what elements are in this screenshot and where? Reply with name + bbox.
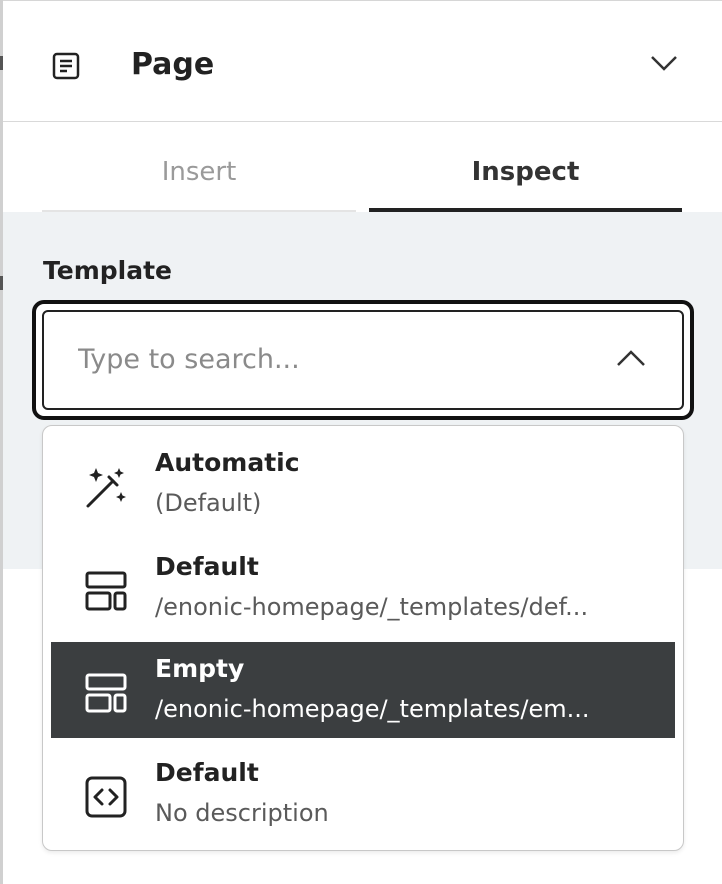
template-combobox[interactable] (42, 310, 684, 410)
template-dropdown-list: Automatic (Default) Default /enonic-home… (42, 425, 684, 851)
option-description: /enonic-homepage/_templates/def... (155, 593, 589, 621)
list-item[interactable]: Default /enonic-homepage/_templates/def.… (51, 540, 675, 636)
panel-tabs: Insert Inspect (3, 122, 722, 212)
option-description: (Default) (155, 489, 262, 517)
chevron-down-icon[interactable] (648, 51, 680, 75)
chevron-up-icon[interactable] (614, 346, 648, 370)
layout-icon (85, 571, 127, 611)
template-combobox-focus-ring (32, 300, 694, 420)
magic-wand-icon (86, 468, 126, 508)
list-item[interactable]: Empty /enonic-homepage/_templates/em... (51, 642, 675, 738)
panel-header: Page (3, 1, 722, 122)
option-description: No description (155, 799, 329, 827)
code-icon (85, 776, 127, 818)
layout-icon (85, 673, 127, 713)
page-title: Page (131, 47, 215, 82)
inspect-panel: Page Insert Inspect Template Type to sea… (3, 0, 722, 884)
list-item[interactable]: Default No description (51, 746, 675, 842)
list-item[interactable]: Automatic (Default) (51, 436, 675, 532)
tab-insert[interactable]: Insert (42, 122, 356, 212)
page-icon (52, 52, 80, 80)
option-title: Default (155, 552, 259, 581)
option-description: /enonic-homepage/_templates/em... (155, 695, 590, 723)
option-title: Empty (155, 654, 245, 683)
option-title: Automatic (155, 448, 300, 477)
template-label: Template (43, 256, 172, 285)
tab-inspect[interactable]: Inspect (369, 122, 682, 212)
option-title: Default (155, 758, 259, 787)
template-search-input[interactable] (78, 334, 578, 384)
